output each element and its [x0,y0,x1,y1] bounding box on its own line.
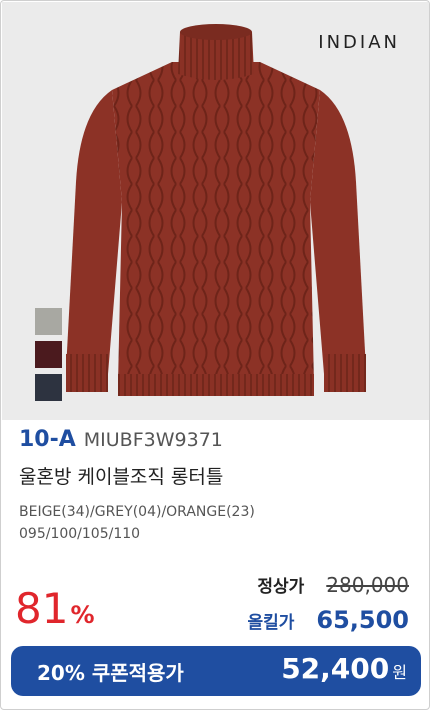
color-swatches [35,308,62,407]
regular-price: 280,000 [326,573,409,597]
currency-unit: 원 [392,663,407,682]
discount-percent-symbol: % [70,601,95,629]
swatch-burgundy[interactable] [35,341,62,368]
regular-price-label: 정상가 [257,577,305,597]
size-options: 095/100/105/110 [19,526,141,542]
model-row: 10-A MIUBF3W9371 [19,427,223,452]
sale-price: 65,500 [316,606,409,634]
coupon-label: 20% 쿠폰적용가 [37,661,184,685]
sale-price-row: 올킬가 65,500 [247,606,409,634]
sale-price-label: 올킬가 [247,613,295,633]
brand-logo: INDIAN [318,32,400,53]
swatch-beige[interactable] [35,308,62,335]
coupon-price-value: 52,400 [281,652,390,685]
sweater-illustration [66,24,366,396]
product-name[interactable]: 울혼방 케이블조직 롱터틀 [19,462,223,489]
discount-number: 81 [15,584,69,633]
color-options: BEIGE(34)/GREY(04)/ORANGE(23) [19,504,255,520]
coupon-price-bar[interactable]: 20% 쿠폰적용가 52,400 원 [11,646,421,696]
product-image[interactable]: INDIAN [2,2,429,420]
product-card[interactable]: INDIAN 10-A MIUBF3W9371 울혼방 케이블조직 롱터틀 BEI… [0,0,430,710]
coupon-price: 52,400 원 [281,652,407,685]
swatch-navy[interactable] [35,374,62,401]
model-code: 10-A [19,427,76,452]
discount-rate: 81% [15,584,95,633]
regular-price-row: 정상가 280,000 [257,572,409,597]
style-code: MIUBF3W9371 [83,429,223,451]
